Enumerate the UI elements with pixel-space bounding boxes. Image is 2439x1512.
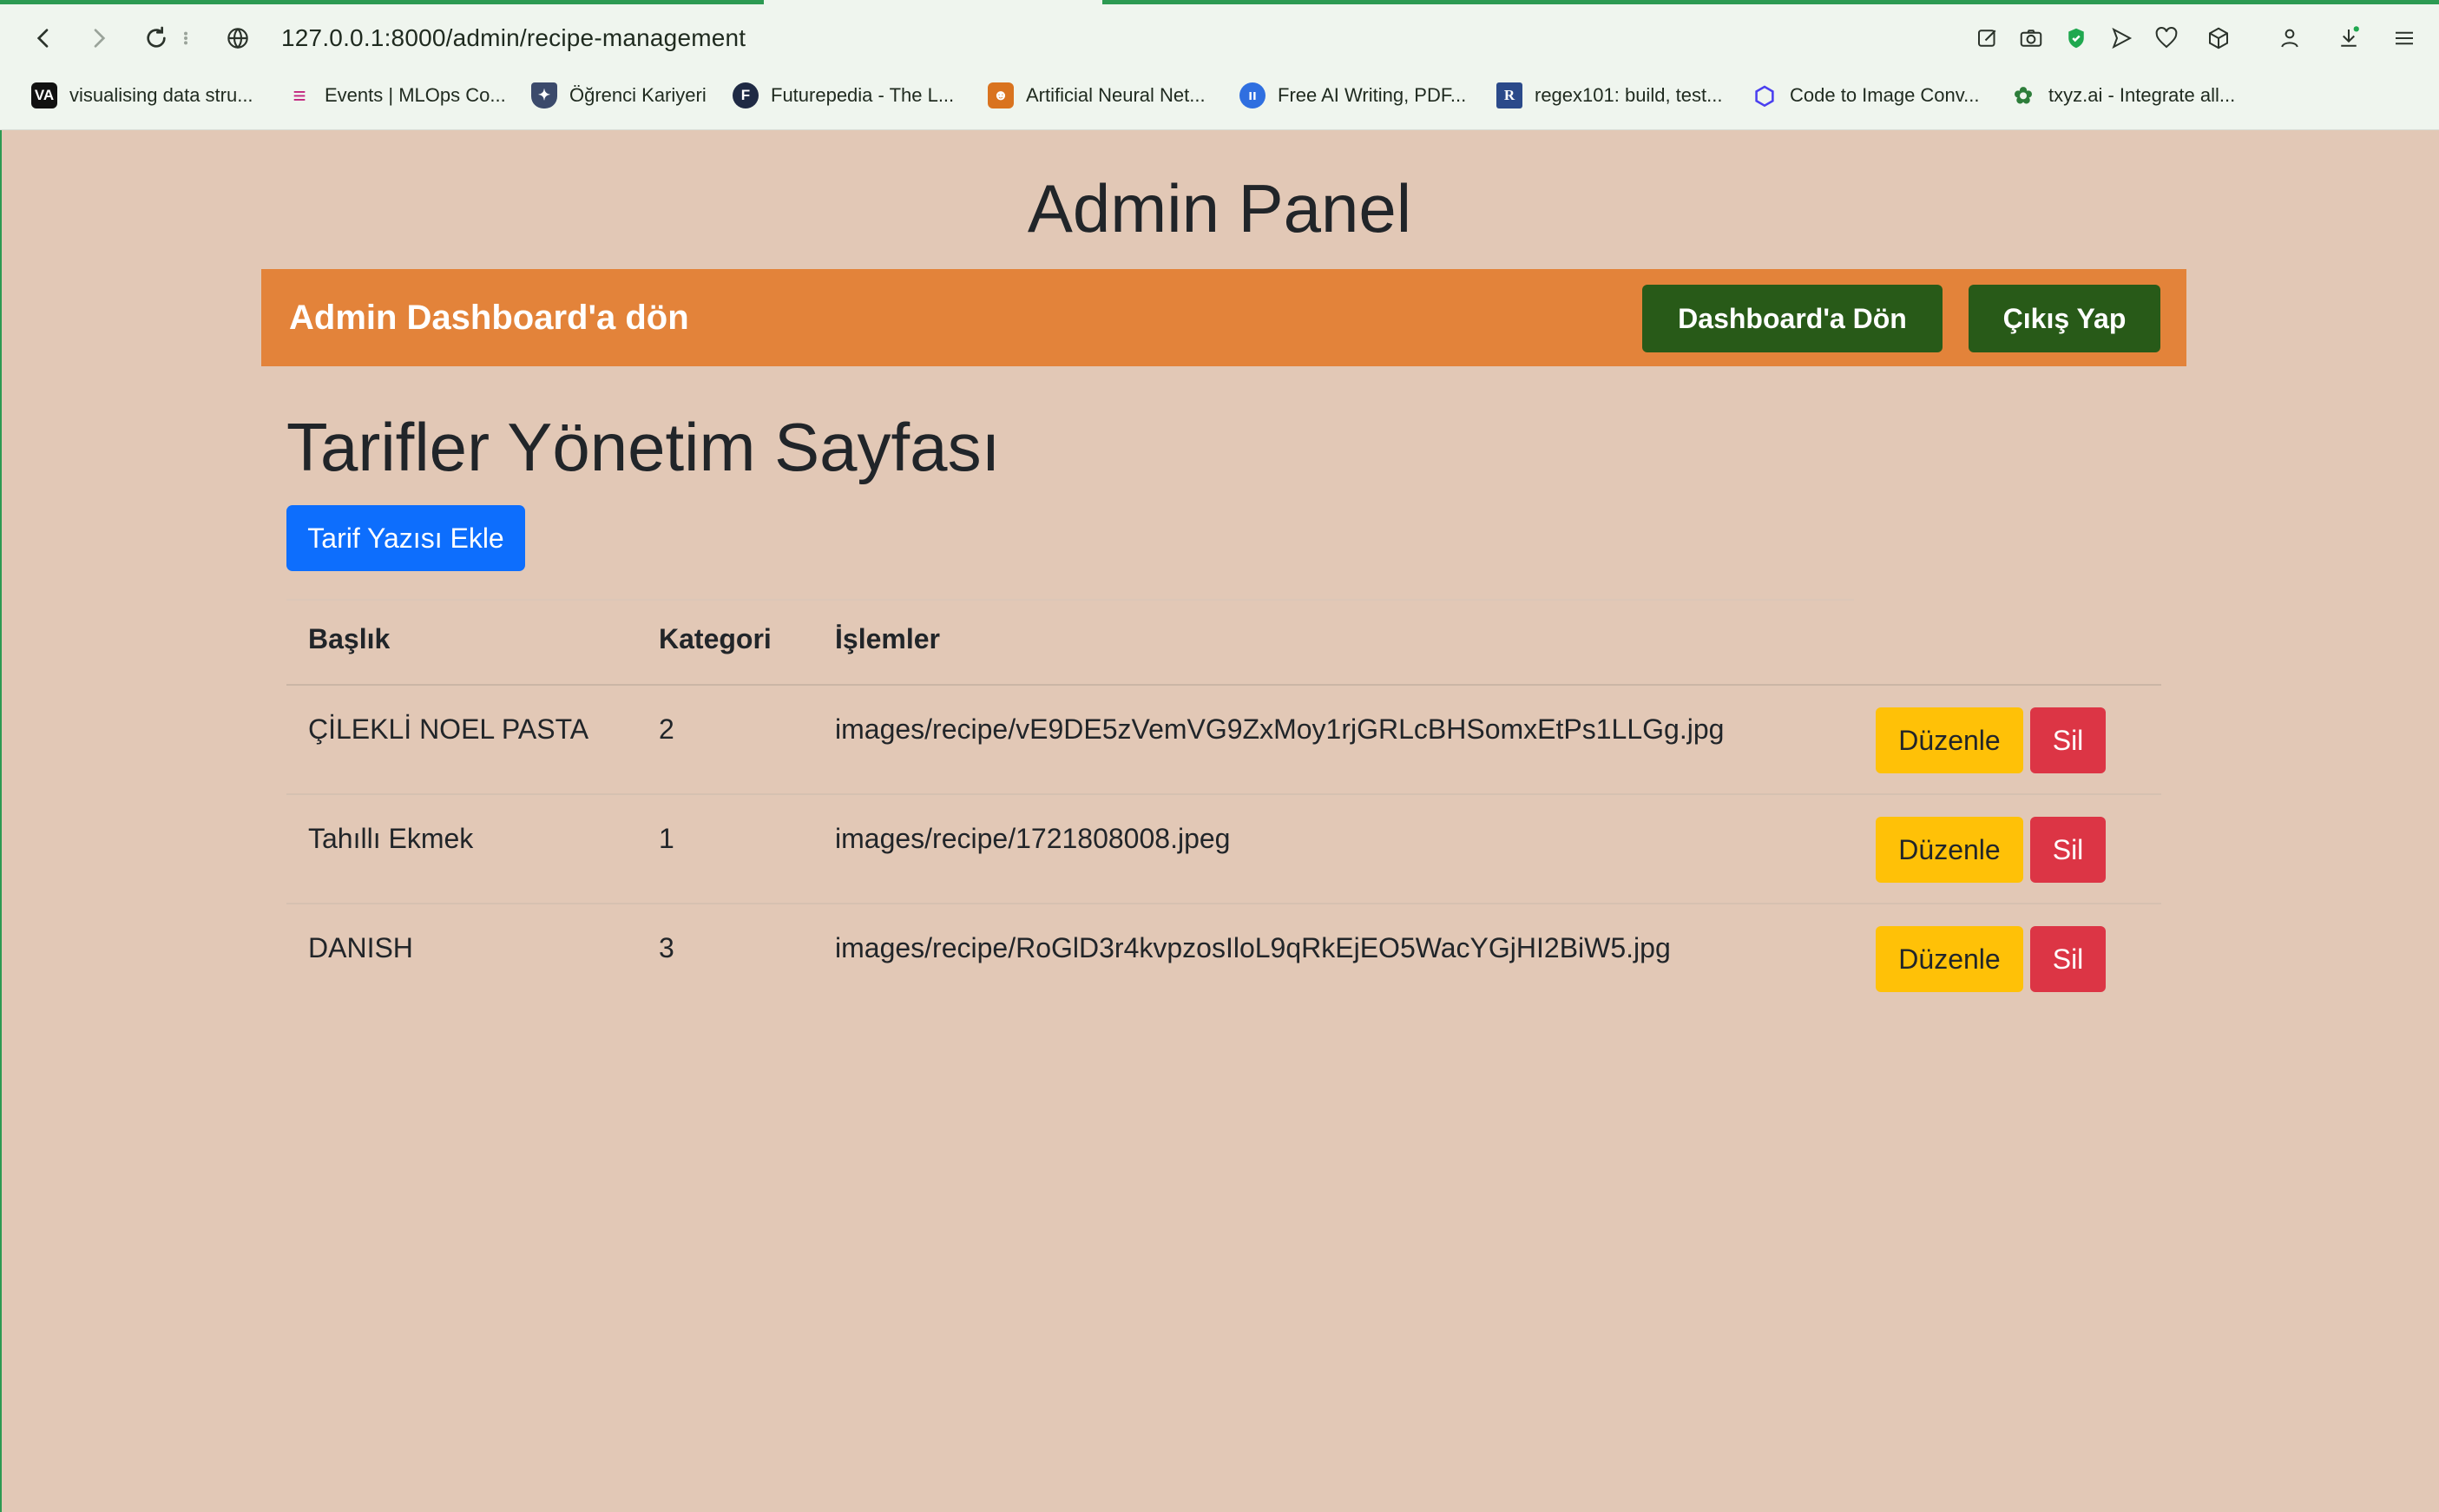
- bookmark-label: visualising data stru...: [69, 84, 253, 106]
- back-icon[interactable]: [24, 19, 62, 57]
- download-icon[interactable]: [2331, 21, 2366, 56]
- ai-writing-icon: ıı: [1239, 82, 1266, 108]
- menu-icon[interactable]: [2387, 21, 2422, 56]
- browser-chrome: 127.0.0.1:8000/admin/recipe-management V…: [0, 0, 2439, 130]
- window-edge: [0, 130, 10, 1512]
- bookmark-label: Free AI Writing, PDF...: [1278, 84, 1467, 106]
- table-header-border: [286, 684, 2161, 686]
- dashboard-button[interactable]: Dashboard'a Dön: [1642, 285, 1943, 352]
- navbar-brand-link[interactable]: Admin Dashboard'a dön: [289, 269, 689, 366]
- profile-icon[interactable]: [2272, 21, 2307, 56]
- add-recipe-button[interactable]: Tarif Yazısı Ekle: [286, 505, 525, 571]
- heart-icon[interactable]: [2149, 21, 2184, 56]
- logout-button[interactable]: Çıkış Yap: [1969, 285, 2160, 352]
- bookmark-label: Code to Image Conv...: [1790, 84, 1980, 106]
- edit-button[interactable]: Düzenle: [1876, 707, 2023, 773]
- shield-icon: ✦: [531, 82, 557, 108]
- bookmark-label: Artificial Neural Net...: [1026, 84, 1206, 106]
- row-image-path: images/recipe/RoGlD3r4kvpzosIloL9qRkEjEO…: [835, 932, 1671, 963]
- delete-button[interactable]: Sil: [2030, 817, 2106, 883]
- row-title: DANISH: [308, 932, 413, 963]
- row-divider: [286, 903, 2161, 904]
- cube-icon[interactable]: [2201, 21, 2236, 56]
- edit-button[interactable]: Düzenle: [1876, 926, 2023, 992]
- regex101-icon: R: [1496, 82, 1522, 108]
- row-category: 1: [659, 823, 674, 854]
- edit-page-icon[interactable]: [1970, 21, 2005, 56]
- neural-net-icon: ☻: [988, 82, 1014, 108]
- forward-icon[interactable]: [80, 19, 118, 57]
- column-header-actions: İşlemler: [835, 623, 940, 654]
- camera-icon[interactable]: [2014, 21, 2048, 56]
- edit-button[interactable]: Düzenle: [1876, 817, 2023, 883]
- row-title: Tahıllı Ekmek: [308, 823, 474, 854]
- delete-button[interactable]: Sil: [2030, 707, 2106, 773]
- row-category: 3: [659, 932, 674, 963]
- vpn-shield-icon[interactable]: [2059, 21, 2094, 56]
- txyz-icon: ✿: [2014, 82, 2033, 108]
- admin-navbar: Admin Dashboard'a dön Dashboard'a Dön Çı…: [261, 269, 2186, 366]
- send-icon[interactable]: [2104, 21, 2139, 56]
- bookmark-item[interactable]: ⬡ Code to Image Conv...: [1752, 76, 1980, 115]
- futurepedia-icon: F: [733, 82, 759, 108]
- bookmark-item[interactable]: ☻ Artificial Neural Net...: [988, 76, 1206, 115]
- site-info-globe-icon[interactable]: [219, 19, 257, 57]
- row-category: 2: [659, 713, 674, 745]
- bookmark-item[interactable]: VA visualising data stru...: [31, 76, 253, 115]
- bookmark-item[interactable]: R regex101: build, test...: [1496, 76, 1722, 115]
- bookmark-label: Events | MLOps Co...: [325, 84, 506, 106]
- va-icon: VA: [31, 82, 57, 108]
- bookmark-label: txyz.ai - Integrate all...: [2048, 84, 2236, 106]
- bookmark-item[interactable]: ✦ Öğrenci Kariyeri: [531, 76, 707, 115]
- column-header-category: Kategori: [659, 623, 772, 654]
- mlops-icon: ≡: [293, 82, 306, 108]
- tab-strip-indicator: [1102, 0, 2439, 4]
- row-image-path: images/recipe/vE9DE5zVemVG9ZxMoy1rjGRLcB…: [835, 713, 1725, 745]
- bookmark-item[interactable]: ✿ txyz.ai - Integrate all...: [2010, 76, 2235, 115]
- active-tab-indicator: [0, 0, 764, 4]
- code-image-icon: ⬡: [1753, 82, 1776, 109]
- row-divider: [286, 793, 2161, 795]
- row-title: ÇİLEKLİ NOEL PASTA: [308, 713, 589, 745]
- bookmark-label: Öğrenci Kariyeri: [569, 84, 707, 106]
- separator-dots-icon: [181, 19, 191, 57]
- page-title: Admin Panel: [1027, 170, 1412, 247]
- address-bar-url[interactable]: 127.0.0.1:8000/admin/recipe-management: [281, 24, 746, 52]
- browser-toolbar: 127.0.0.1:8000/admin/recipe-management: [0, 10, 2439, 69]
- row-image-path: images/recipe/1721808008.jpeg: [835, 823, 1231, 854]
- column-header-title: Başlık: [308, 623, 391, 654]
- bookmark-label: Futurepedia - The L...: [771, 84, 955, 106]
- section-title: Tarifler Yönetim Sayfası: [286, 409, 1001, 485]
- table-top-border: [286, 599, 1854, 601]
- bookmark-item[interactable]: ıı Free AI Writing, PDF...: [1239, 76, 1466, 115]
- bookmarks-bar: VA visualising data stru... ≡ Events | M…: [0, 76, 2439, 115]
- reload-icon[interactable]: [137, 19, 175, 57]
- delete-button[interactable]: Sil: [2030, 926, 2106, 992]
- bookmark-label: regex101: build, test...: [1535, 84, 1723, 106]
- bookmark-item[interactable]: F Futurepedia - The L...: [733, 76, 954, 115]
- bookmark-item[interactable]: ≡ Events | MLOps Co...: [286, 76, 506, 115]
